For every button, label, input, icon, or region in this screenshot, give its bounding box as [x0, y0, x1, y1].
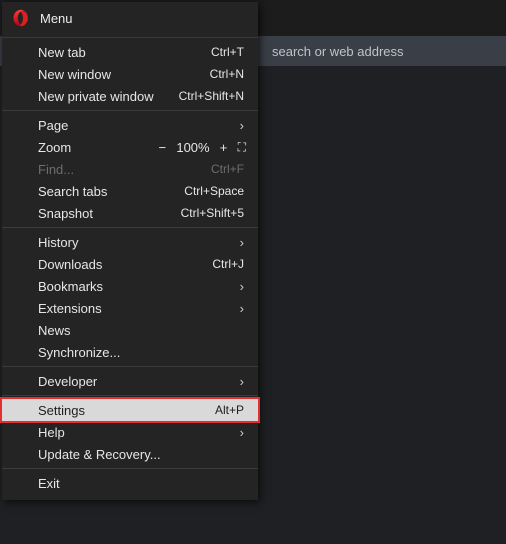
menu-item-shortcut: Ctrl+J — [212, 257, 244, 271]
menu-item-label: New window — [38, 67, 202, 82]
menu-item-label: Update & Recovery... — [38, 447, 244, 462]
menu-separator — [2, 37, 258, 38]
menu-item-label: Bookmarks — [38, 279, 226, 294]
menu-item-label: Synchronize... — [38, 345, 244, 360]
menu-item-search-tabs[interactable]: Search tabs Ctrl+Space — [2, 180, 258, 202]
menu-item-developer[interactable]: Developer › — [2, 370, 258, 392]
menu-item-label: Settings — [38, 403, 207, 418]
zoom-controls: −100% + ⛶ — [156, 140, 244, 155]
menu-separator — [2, 110, 258, 111]
menu-item-news[interactable]: News — [2, 319, 258, 341]
chevron-right-icon: › — [234, 279, 244, 294]
menu-item-shortcut: Ctrl+N — [210, 67, 244, 81]
menu-item-label: Page — [38, 118, 226, 133]
menu-item-page[interactable]: Page › — [2, 114, 258, 136]
menu-title: Menu — [40, 11, 73, 26]
menu-item-zoom[interactable]: Zoom−100% + ⛶ — [2, 136, 258, 158]
menu-item-shortcut: Ctrl+Shift+N — [179, 89, 244, 103]
menu-item-label: Developer — [38, 374, 226, 389]
chevron-right-icon: › — [234, 374, 244, 389]
fullscreen-icon[interactable]: ⛶ — [238, 140, 244, 155]
menu-item-shortcut: Alt+P — [215, 403, 244, 417]
menu-separator — [2, 468, 258, 469]
menu-item-label: Snapshot — [38, 206, 173, 221]
menu-item-label: Downloads — [38, 257, 204, 272]
menu-item-label: Search tabs — [38, 184, 176, 199]
menu-item-history[interactable]: History › — [2, 231, 258, 253]
menu-item-label: New tab — [38, 45, 203, 60]
menu-item-label: News — [38, 323, 244, 338]
opera-logo-icon — [12, 9, 30, 27]
menu-item-shortcut: Ctrl+F — [211, 162, 244, 176]
menu-separator — [2, 366, 258, 367]
menu-item-shortcut: Ctrl+T — [211, 45, 244, 59]
menu-item-shortcut: Ctrl+Space — [184, 184, 244, 198]
zoom-value: 100% — [176, 140, 209, 155]
menu-item-label: Exit — [38, 476, 244, 491]
menu-item-help[interactable]: Help › — [2, 421, 258, 443]
menu-item-new-window[interactable]: New window Ctrl+N — [2, 63, 258, 85]
menu-item-snapshot[interactable]: Snapshot Ctrl+Shift+5 — [2, 202, 258, 224]
zoom-out-button[interactable]: − — [156, 140, 168, 155]
menu-item-label: Help — [38, 425, 226, 440]
menu-item-extensions[interactable]: Extensions › — [2, 297, 258, 319]
menu-separator — [2, 227, 258, 228]
menu-item-downloads[interactable]: Downloads Ctrl+J — [2, 253, 258, 275]
zoom-in-button[interactable]: + — [218, 140, 230, 155]
menu-item-find: Find... Ctrl+F — [2, 158, 258, 180]
chevron-right-icon: › — [234, 235, 244, 250]
main-menu: Menu New tab Ctrl+T New window Ctrl+N New pr… — [2, 2, 258, 500]
menu-item-label: New private window — [38, 89, 171, 104]
menu-item-exit[interactable]: Exit — [2, 472, 258, 494]
menu-separator — [2, 395, 258, 396]
menu-item-new-private-window[interactable]: New private window Ctrl+Shift+N — [2, 85, 258, 107]
menu-item-label: Find... — [38, 162, 203, 177]
menu-item-new-tab[interactable]: New tab Ctrl+T — [2, 41, 258, 63]
chevron-right-icon: › — [234, 301, 244, 316]
menu-item-label: Zoom — [38, 140, 156, 155]
menu-item-settings[interactable]: Settings Alt+P — [2, 399, 258, 421]
menu-item-synchronize[interactable]: Synchronize... — [2, 341, 258, 363]
menu-header: Menu — [2, 2, 258, 34]
menu-item-update-recovery[interactable]: Update & Recovery... — [2, 443, 258, 465]
menu-item-shortcut: Ctrl+Shift+5 — [181, 206, 244, 220]
menu-item-label: Extensions — [38, 301, 226, 316]
menu-item-label: History — [38, 235, 226, 250]
address-bar-placeholder: search or web address — [272, 44, 404, 59]
chevron-right-icon: › — [234, 118, 244, 133]
chevron-right-icon: › — [234, 425, 244, 440]
menu-item-bookmarks[interactable]: Bookmarks › — [2, 275, 258, 297]
